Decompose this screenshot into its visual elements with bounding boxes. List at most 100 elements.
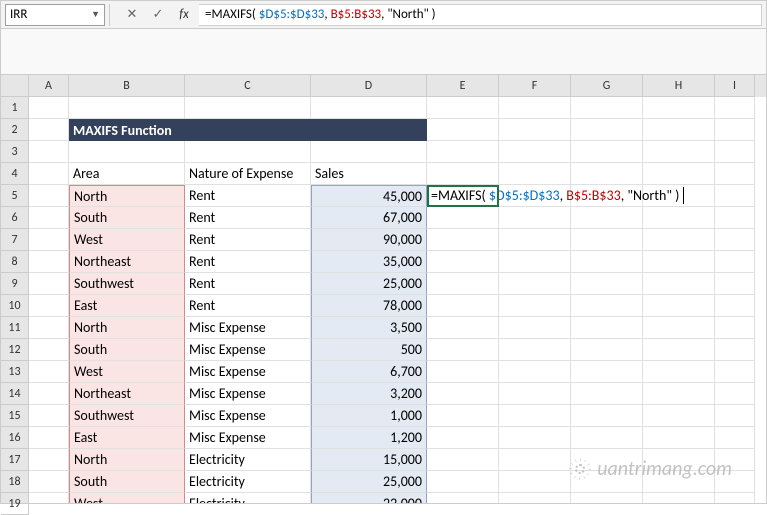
header-sales[interactable]: Sales	[311, 163, 427, 185]
cell[interactable]	[715, 207, 755, 229]
cell-nature[interactable]: Rent	[185, 273, 311, 295]
cell[interactable]	[643, 449, 715, 471]
cell[interactable]	[571, 141, 643, 163]
row-header[interactable]: 2	[1, 119, 29, 141]
cell[interactable]	[185, 141, 311, 163]
cell-sales[interactable]: 1,000	[311, 405, 427, 427]
cell-sales[interactable]: 3,500	[311, 317, 427, 339]
cell-nature[interactable]: Misc Expense	[185, 427, 311, 449]
cell[interactable]	[571, 339, 643, 361]
cell-nature[interactable]: Misc Expense	[185, 361, 311, 383]
cell[interactable]	[29, 141, 69, 163]
cell[interactable]	[69, 97, 185, 119]
cell[interactable]	[311, 97, 427, 119]
cell-nature[interactable]: Misc Expense	[185, 339, 311, 361]
header-area[interactable]: Area	[69, 163, 185, 185]
cell[interactable]	[499, 163, 571, 185]
row-header[interactable]: 14	[1, 383, 29, 405]
confirm-icon[interactable]: ✓	[147, 4, 169, 26]
cell[interactable]	[499, 207, 571, 229]
cell[interactable]	[571, 251, 643, 273]
cell[interactable]	[643, 229, 715, 251]
col-header[interactable]: H	[643, 75, 715, 97]
cell[interactable]	[643, 339, 715, 361]
row-header[interactable]: 1	[1, 97, 29, 119]
cell[interactable]	[715, 119, 755, 141]
cell-sales[interactable]: 90,000	[311, 229, 427, 251]
cell[interactable]	[571, 449, 643, 471]
cell[interactable]	[427, 229, 499, 251]
cell[interactable]	[427, 251, 499, 273]
cell-area[interactable]: North	[69, 317, 185, 339]
cell[interactable]	[427, 361, 499, 383]
cell[interactable]	[571, 163, 643, 185]
cell[interactable]	[29, 383, 69, 405]
cell[interactable]	[427, 449, 499, 471]
cell[interactable]	[427, 339, 499, 361]
cell[interactable]	[29, 427, 69, 449]
cell[interactable]	[311, 141, 427, 163]
cell[interactable]	[499, 229, 571, 251]
row-header[interactable]: 19	[1, 493, 29, 515]
cell-nature[interactable]: Rent	[185, 295, 311, 317]
cell[interactable]	[427, 141, 499, 163]
cell[interactable]	[571, 383, 643, 405]
cell[interactable]	[571, 427, 643, 449]
cell[interactable]	[715, 163, 755, 185]
cell[interactable]	[69, 141, 185, 163]
cell-nature[interactable]: Rent	[185, 185, 311, 207]
row-header[interactable]: 4	[1, 163, 29, 185]
col-header[interactable]: A	[29, 75, 69, 97]
col-header[interactable]: B	[69, 75, 185, 97]
cell[interactable]	[715, 141, 755, 163]
row-header[interactable]: 8	[1, 251, 29, 273]
cell[interactable]	[715, 339, 755, 361]
cell[interactable]	[427, 295, 499, 317]
cell[interactable]	[643, 493, 715, 503]
cell[interactable]	[571, 471, 643, 493]
cell[interactable]	[643, 361, 715, 383]
header-nature[interactable]: Nature of Expense	[185, 163, 311, 185]
cell[interactable]	[29, 449, 69, 471]
formula-input[interactable]: =MAXIFS( $D$5:$D$33, B$5:B$33, "North" )	[199, 4, 762, 26]
cell-area[interactable]: North	[69, 185, 185, 207]
cell[interactable]: =MAXIFS( $D$5:$D$33, B$5:B$33, "North" )	[427, 185, 499, 207]
cell[interactable]	[571, 119, 643, 141]
cell[interactable]	[643, 295, 715, 317]
cell[interactable]	[29, 251, 69, 273]
cell[interactable]	[499, 295, 571, 317]
cell[interactable]	[427, 207, 499, 229]
cell-area[interactable]: West	[69, 229, 185, 251]
row-header[interactable]: 3	[1, 141, 29, 163]
cell[interactable]	[643, 207, 715, 229]
col-header[interactable]: F	[499, 75, 571, 97]
cell-area[interactable]: South	[69, 471, 185, 493]
col-header[interactable]: G	[571, 75, 643, 97]
col-header[interactable]: C	[185, 75, 311, 97]
cell[interactable]	[499, 427, 571, 449]
cell[interactable]	[427, 383, 499, 405]
select-all-corner[interactable]	[1, 75, 29, 97]
cell[interactable]	[715, 427, 755, 449]
row-header[interactable]: 18	[1, 471, 29, 493]
row-header[interactable]: 13	[1, 361, 29, 383]
cell[interactable]	[571, 273, 643, 295]
cell[interactable]	[571, 361, 643, 383]
cell[interactable]	[427, 97, 499, 119]
cell-nature[interactable]: Misc Expense	[185, 317, 311, 339]
cell[interactable]	[499, 405, 571, 427]
cell[interactable]	[29, 405, 69, 427]
cell[interactable]	[715, 471, 755, 493]
cell[interactable]	[499, 493, 571, 503]
cell[interactable]	[29, 207, 69, 229]
cell-sales[interactable]: 78,000	[311, 295, 427, 317]
row-header[interactable]: 5	[1, 185, 29, 207]
cell[interactable]	[643, 471, 715, 493]
cell[interactable]	[29, 273, 69, 295]
cell[interactable]	[427, 317, 499, 339]
cell[interactable]	[499, 383, 571, 405]
cell-area[interactable]: North	[69, 449, 185, 471]
row-header[interactable]: 16	[1, 427, 29, 449]
cell-sales[interactable]: 67,000	[311, 207, 427, 229]
cell[interactable]	[427, 273, 499, 295]
